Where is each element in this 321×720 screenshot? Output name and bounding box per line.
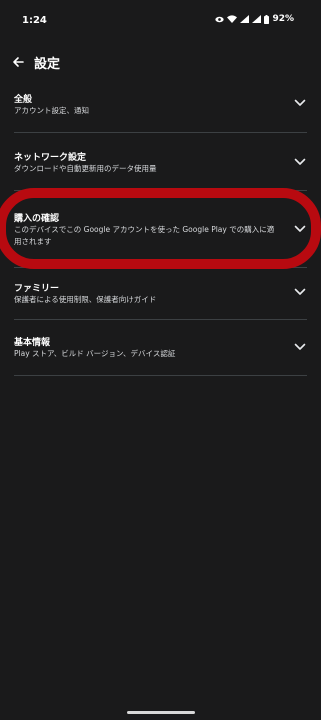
arrow-back-icon [12, 53, 24, 72]
settings-list: 全般 アカウント設定、通知 ネットワーク設定 ダウンロードや自動更新用のデータ使… [14, 82, 307, 376]
signal-icon-secondary [252, 15, 262, 23]
signal-icon [240, 15, 250, 23]
gesture-nav-bar[interactable] [127, 711, 195, 714]
item-subtitle: アカウント設定、通知 [14, 106, 89, 115]
item-subtitle: 保護者による使用制限、保護者向けガイド [14, 295, 157, 304]
page-title: 設定 [34, 57, 61, 72]
battery-percent: 92% [272, 14, 294, 24]
chevron-down-icon[interactable] [293, 155, 307, 169]
item-title: ファミリー [14, 284, 60, 294]
back-button[interactable] [6, 50, 30, 74]
item-subtitle: ダウンロードや自動更新用のデータ使用量 [14, 164, 157, 173]
wifi-icon [227, 15, 238, 23]
item-title: 購入の確認 [14, 214, 60, 224]
app-bar: 設定 [0, 44, 321, 80]
item-subtitle: Play ストア、ビルド バージョン、デバイス認証 [14, 349, 176, 358]
settings-item-general[interactable]: 全般 アカウント設定、通知 [14, 82, 307, 133]
eye-icon [215, 16, 225, 23]
item-subtitle: このデバイスでこの Google アカウントを使った Google Play で… [14, 225, 275, 246]
status-bar: 1:24 92% [0, 0, 321, 40]
settings-item-family[interactable]: ファミリー 保護者による使用制限、保護者向けガイド [14, 268, 307, 320]
status-icons: 92% [215, 14, 294, 24]
battery-icon [264, 14, 270, 24]
chevron-down-icon[interactable] [293, 285, 307, 299]
item-title: 基本情報 [14, 338, 51, 348]
settings-item-network[interactable]: ネットワーク設定 ダウンロードや自動更新用のデータ使用量 [14, 133, 307, 191]
status-time: 1:24 [22, 15, 47, 26]
settings-item-about[interactable]: 基本情報 Play ストア、ビルド バージョン、デバイス認証 [14, 320, 307, 376]
chevron-down-icon[interactable] [293, 222, 307, 236]
chevron-down-icon[interactable] [293, 340, 307, 354]
settings-item-purchase-verification[interactable]: 購入の確認 このデバイスでこの Google アカウントを使った Google … [14, 191, 307, 268]
chevron-down-icon[interactable] [293, 96, 307, 110]
item-title: ネットワーク設定 [14, 153, 87, 163]
item-title: 全般 [14, 95, 33, 105]
